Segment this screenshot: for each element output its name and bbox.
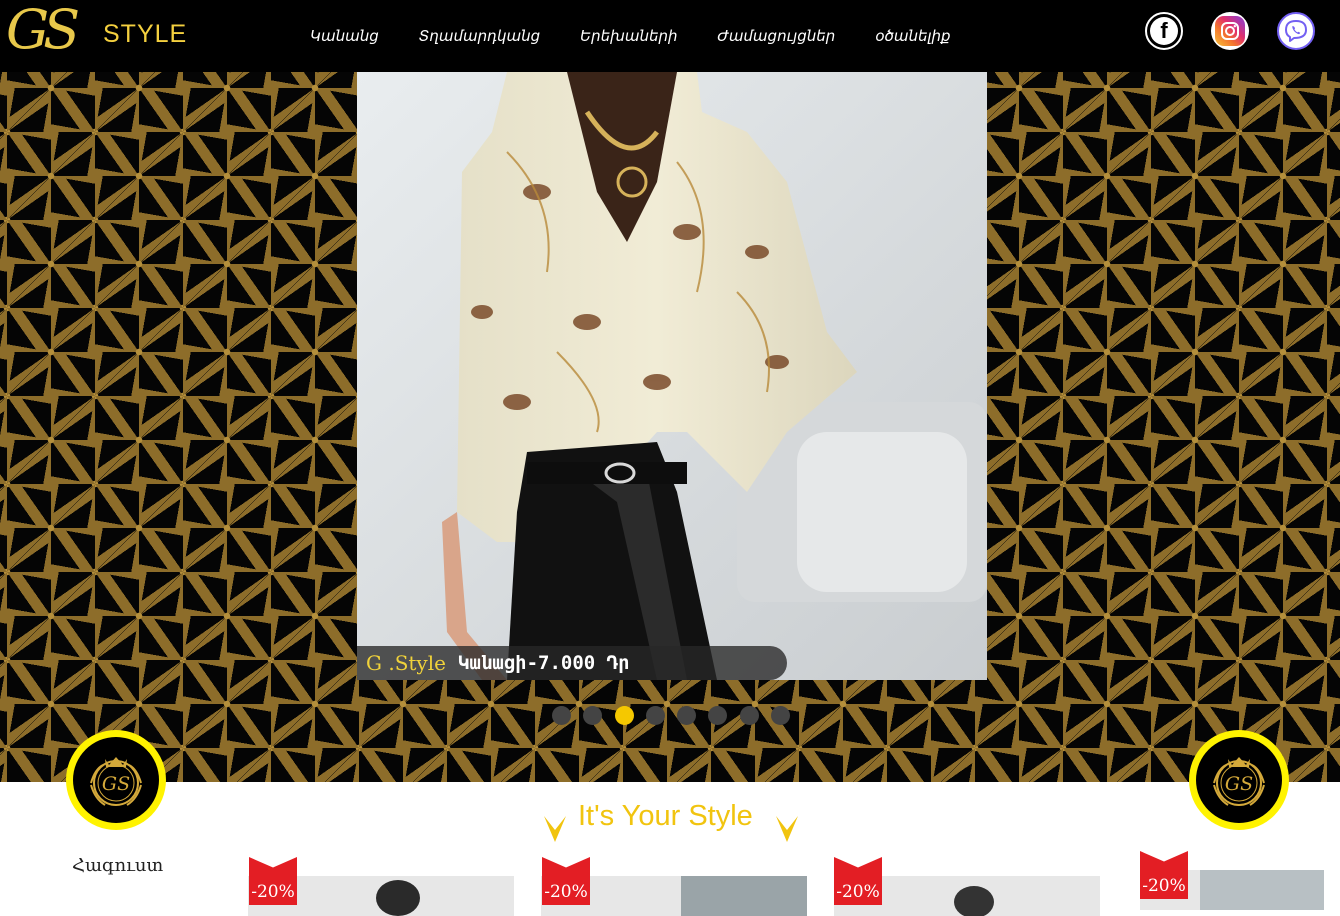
discount-badge: -20% <box>834 857 882 905</box>
slider-dot-8[interactable] <box>771 706 791 725</box>
viber-glyph <box>1285 20 1307 42</box>
site-header: GS STYLE Կանանց Տղամարդկանց Երեխաների Ժա… <box>0 0 1340 72</box>
product-photo <box>357 72 987 680</box>
instagram-glyph <box>1215 16 1245 46</box>
slider-dots <box>552 706 802 725</box>
category-link-clothing[interactable]: Հագուստ <box>72 855 163 876</box>
facebook-glyph: f <box>1150 17 1178 45</box>
nav-item-women[interactable]: Կանանց <box>310 27 379 45</box>
gs-emblem-left: GS <box>66 730 166 830</box>
gs-emblem-right: GS <box>1189 730 1289 830</box>
facebook-icon[interactable]: f <box>1145 12 1183 50</box>
chevron-down-icon <box>544 816 566 842</box>
crest-icon: GS <box>1213 757 1265 806</box>
slider-dot-3[interactable] <box>614 706 634 725</box>
caption-price: Կանացի-7.000 Դր <box>457 652 630 674</box>
discount-badge: -20% <box>542 857 590 905</box>
logo-monogram: GS <box>6 0 80 61</box>
caption-brand: G .Style <box>366 651 446 675</box>
discount-badge: -20% <box>249 857 297 905</box>
nav-item-perfume[interactable]: օծանելիք <box>875 27 950 45</box>
slider-dot-5[interactable] <box>677 706 697 725</box>
slider-dot-4[interactable] <box>645 706 665 725</box>
nav-item-kids[interactable]: Երեխաների <box>580 27 677 45</box>
discount-badge: -20% <box>1140 851 1188 899</box>
slider-dot-2[interactable] <box>583 706 603 725</box>
chevron-down-icon <box>776 816 798 842</box>
site-logo[interactable]: GS STYLE <box>6 0 188 68</box>
nav-item-men[interactable]: Տղամարդկանց <box>419 27 540 45</box>
slider-dot-6[interactable] <box>708 706 728 725</box>
slider-dot-1[interactable] <box>552 706 571 725</box>
instagram-icon[interactable] <box>1211 12 1249 50</box>
slider-dot-7[interactable] <box>739 706 759 725</box>
svg-text:GS: GS <box>1225 773 1253 795</box>
svg-text:GS: GS <box>102 773 130 795</box>
slide-caption: G .Style Կանացի-7.000 Դր <box>357 646 787 680</box>
logo-wordmark: STYLE <box>103 20 188 48</box>
crest-icon: GS <box>90 757 142 806</box>
main-nav: Կանանց Տղամարդկանց Երեխաների Ժամացույցնե… <box>290 0 971 72</box>
hero-slide-image[interactable] <box>357 72 987 680</box>
viber-icon[interactable] <box>1277 12 1315 50</box>
nav-item-watches[interactable]: Ժամացույցներ <box>718 27 836 45</box>
section-tagline: It's Your Style <box>578 800 753 832</box>
